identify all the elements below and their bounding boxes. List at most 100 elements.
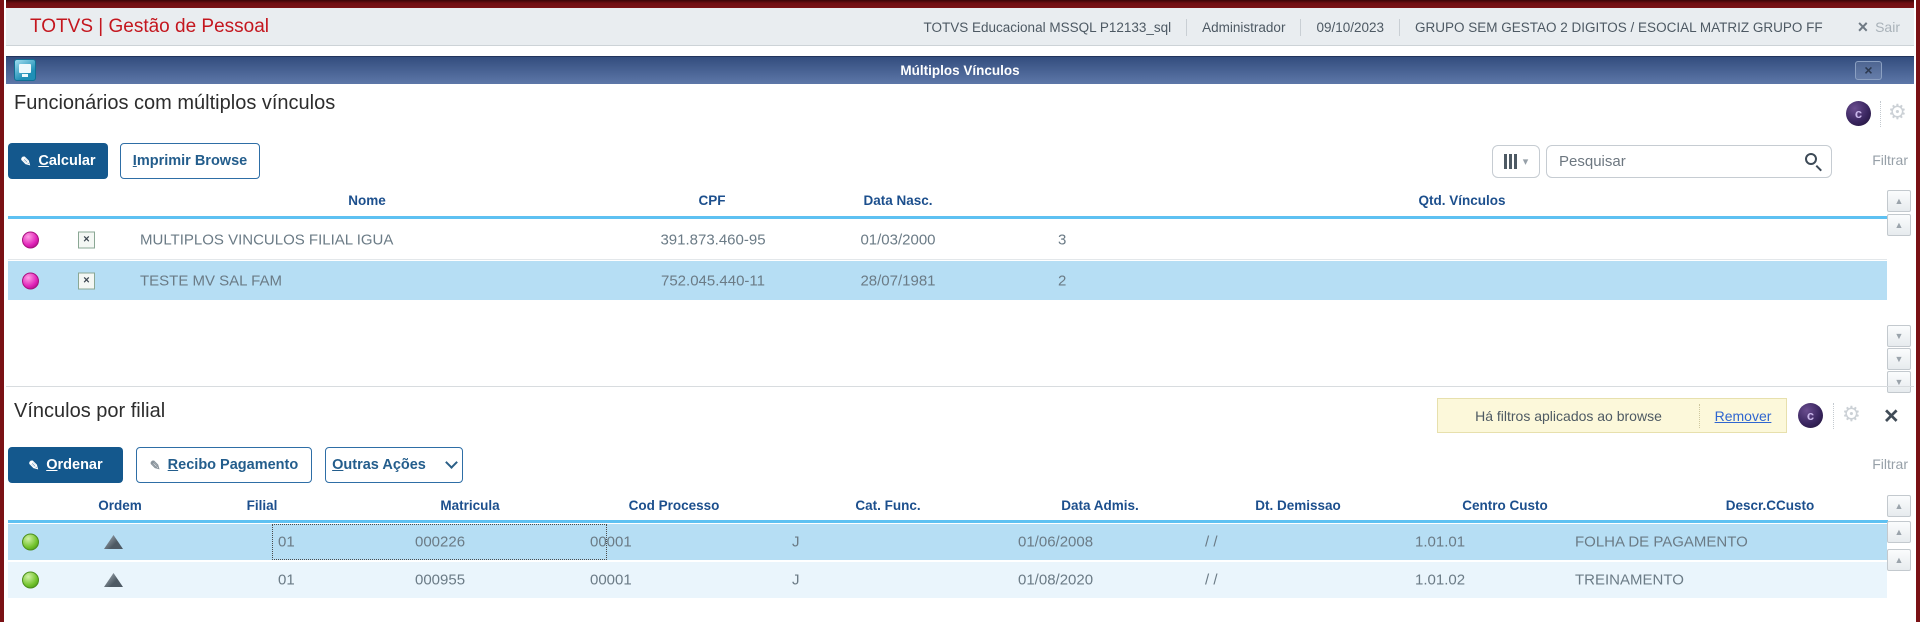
cell-filial: 01: [278, 571, 295, 589]
cell-data-nasc: 01/03/2000: [860, 231, 936, 248]
col-cat-func[interactable]: Cat. Func.: [808, 498, 968, 513]
col-nome[interactable]: Nome: [167, 193, 567, 208]
assistant-icon[interactable]: c: [1846, 101, 1871, 126]
cell-nome: TESTE MV SAL FAM: [140, 272, 282, 289]
scroll-down-button[interactable]: ▼: [1887, 348, 1911, 370]
col-centro-custo[interactable]: Centro Custo: [1425, 498, 1585, 513]
scroll-up-button[interactable]: ▲: [1887, 549, 1911, 571]
filtrar-link-2[interactable]: Filtrar: [1848, 456, 1908, 472]
table-row-selected[interactable]: 01 000226 00001 J 01/06/2008 / / 1.01.01…: [8, 524, 1887, 560]
chevron-down-icon: [445, 456, 458, 469]
grid1-header-underline: [8, 216, 1888, 219]
screen: TOTVS | Gestão de Pessoal TOTVS Educacio…: [0, 0, 1920, 622]
cell-descr-ccusto: TREINAMENTO: [1575, 571, 1684, 589]
window-close-button[interactable]: ×: [1855, 61, 1882, 80]
cell-cod-processo: 00001: [590, 533, 632, 551]
section1-heading: Funcionários com múltiplos vínculos: [14, 92, 336, 114]
gear-icon[interactable]: ⚙: [1888, 102, 1907, 123]
col-dt-demissao[interactable]: Dt. Demissao: [1218, 498, 1378, 513]
calcular-button[interactable]: ✎ Calcular: [8, 143, 108, 179]
assistant-icon[interactable]: c: [1798, 403, 1823, 428]
scroll-down-button[interactable]: ▼: [1887, 325, 1911, 347]
table-row-selected[interactable]: × TESTE MV SAL FAM 752.045.440-11 28/07/…: [8, 261, 1887, 300]
environment-label: TOTVS Educacional MSSQL P12133_sql: [923, 19, 1172, 35]
cell-matricula: 000955: [415, 571, 466, 589]
filter-notice-text: Há filtros aplicados ao browse: [1475, 407, 1662, 424]
cell-data-admis: 01/06/2008: [1018, 533, 1094, 551]
calcular-label: Calcular: [38, 153, 96, 169]
scroll-up-button[interactable]: ▲: [1887, 190, 1911, 212]
columns-icon: [1503, 154, 1507, 169]
logout-button[interactable]: × Sair: [1852, 18, 1906, 36]
imprimir-label: Imprimir Browse: [132, 153, 248, 169]
mountain-marker-icon: [104, 535, 123, 549]
gear-icon[interactable]: ⚙: [1842, 404, 1861, 425]
remover-link[interactable]: Remover: [1700, 408, 1786, 424]
outras-acoes-button[interactable]: Outras Ações: [325, 447, 463, 483]
cell-qtd: 2: [1058, 272, 1067, 289]
search-input[interactable]: [1547, 146, 1831, 177]
date-label: 09/10/2023: [1316, 19, 1385, 35]
scroll-up-button[interactable]: ▲: [1887, 495, 1911, 517]
status-dot-icon: [22, 272, 39, 289]
window-titlebar: Múltiplos Vínculos ×: [6, 56, 1914, 84]
ordenar-button[interactable]: ✎ Ordenar: [8, 447, 123, 483]
col-filial[interactable]: Filial: [182, 498, 342, 513]
scroll-down-button[interactable]: ▼: [1887, 371, 1911, 393]
pencil-icon: ✎: [28, 457, 40, 473]
grid2-header: Ordem Filial Matricula Cod Processo Cat.…: [8, 498, 1888, 518]
search-icon[interactable]: [1805, 153, 1817, 165]
status-dot-icon: [22, 231, 39, 248]
col-matricula[interactable]: Matricula: [390, 498, 550, 513]
cell-dt-demissao: / /: [1205, 533, 1218, 551]
col-data-admis[interactable]: Data Admis.: [1020, 498, 1180, 513]
filtrar-link-1[interactable]: Filtrar: [1848, 152, 1908, 168]
outras-label: Outras Ações: [332, 457, 426, 473]
cell-cpf: 752.045.440-11: [661, 272, 765, 289]
cell-cod-processo: 00001: [590, 571, 632, 589]
chevron-down-icon: ▾: [1522, 156, 1529, 168]
grid1-header: Nome CPF Data Nasc. Qtd. Vínculos: [8, 193, 1888, 213]
scroll-up-button[interactable]: ▲: [1887, 214, 1911, 236]
col-cpf[interactable]: CPF: [612, 193, 812, 208]
cell-dt-demissao: / /: [1205, 571, 1218, 589]
status-dot-icon: [22, 533, 39, 551]
user-label: Administrador: [1202, 19, 1286, 35]
panel-close-icon[interactable]: ×: [1884, 404, 1899, 429]
columns-picker-button[interactable]: ▾: [1492, 145, 1540, 178]
app-border-left: [0, 0, 6, 622]
section2-heading: Vínculos por filial: [14, 400, 166, 422]
col-cod-processo[interactable]: Cod Processo: [594, 498, 754, 513]
scroll-up-button[interactable]: ▲: [1887, 521, 1911, 543]
cell-data-nasc: 28/07/1981: [860, 272, 936, 289]
table-row[interactable]: × MULTIPLOS VINCULOS FILIAL IGUA 391.873…: [8, 220, 1887, 260]
close-icon: ×: [1857, 17, 1869, 37]
imprimir-browse-button[interactable]: Imprimir Browse: [120, 143, 260, 179]
grid2-header-underline: [8, 520, 1888, 523]
cell-matricula: 000226: [415, 533, 466, 551]
col-ordem[interactable]: Ordem: [40, 498, 200, 513]
recibo-pagamento-button[interactable]: ✎ Recibo Pagamento: [136, 447, 312, 483]
col-data-nasc[interactable]: Data Nasc.: [798, 193, 998, 208]
cell-cpf: 391.873.460-95: [660, 231, 766, 248]
divider: [1880, 101, 1881, 127]
col-qtd-vinculos[interactable]: Qtd. Vínculos: [1362, 193, 1562, 208]
table-row[interactable]: 01 000955 00001 J 01/08/2020 / / 1.01.02…: [8, 562, 1887, 598]
app-border-right: [1914, 0, 1920, 622]
cell-filial: 01: [278, 533, 295, 551]
search-box: [1546, 145, 1832, 178]
cell-centro-custo: 1.01.02: [1415, 571, 1466, 589]
recibo-label: Recibo Pagamento: [167, 457, 299, 473]
cell-nome: MULTIPLOS VINCULOS FILIAL IGUA: [140, 231, 394, 248]
pencil-icon: ✎: [20, 153, 32, 169]
section-divider: [6, 386, 1914, 387]
cell-qtd: 3: [1058, 231, 1067, 248]
status-dot-icon: [22, 571, 39, 589]
ordenar-label: Ordenar: [46, 457, 103, 473]
window-title: Múltiplos Vínculos: [900, 63, 1020, 78]
col-descr-ccusto[interactable]: Descr.CCusto: [1690, 498, 1850, 513]
app-header: TOTVS | Gestão de Pessoal TOTVS Educacio…: [6, 8, 1914, 46]
cell-cat-func: J: [792, 533, 800, 551]
close-icon: ×: [1864, 62, 1873, 78]
app-title: TOTVS | Gestão de Pessoal: [30, 16, 270, 37]
